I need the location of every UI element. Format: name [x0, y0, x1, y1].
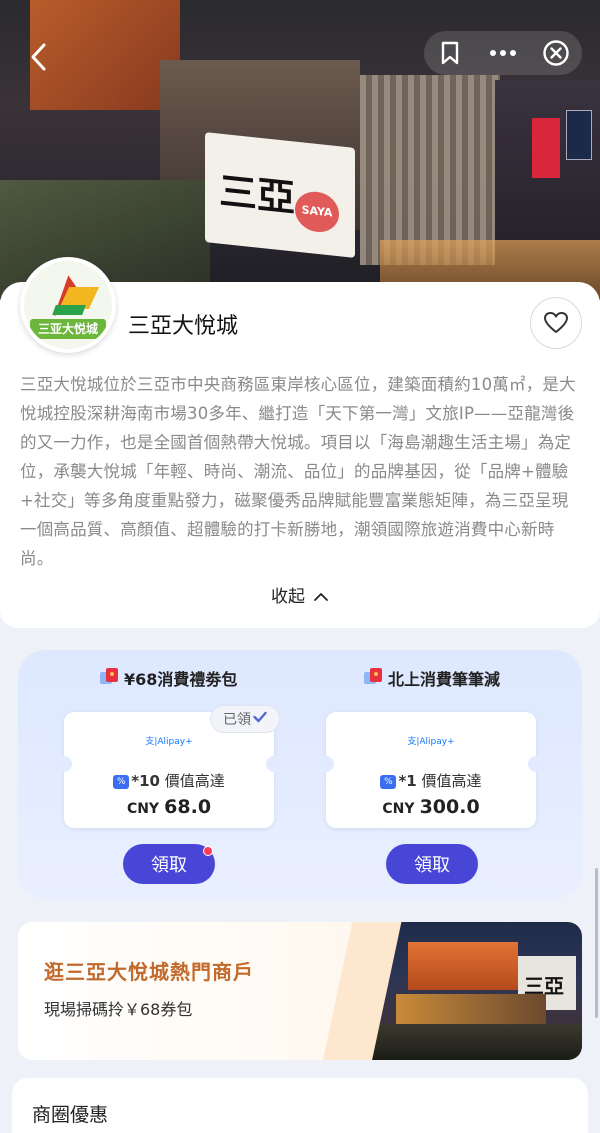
- banner-subtitle: 現場掃碼拎￥68券包: [44, 1000, 193, 1019]
- claim-button[interactable]: 領取: [386, 844, 478, 884]
- coupon-title: ¥68消費禮劵包: [98, 666, 237, 690]
- banner-ground: [368, 1024, 582, 1060]
- favorite-button[interactable]: [530, 297, 582, 349]
- alipay-icon: 支|: [145, 737, 158, 747]
- banner-title: 逛三亞大悅城熱門商戶: [44, 960, 254, 984]
- hero-sign: [566, 110, 592, 160]
- chevron-left-icon: [31, 43, 46, 71]
- check-icon: [253, 711, 267, 727]
- chevron-up-icon: [313, 587, 329, 607]
- coupon-title: 北上消費筆筆減: [362, 666, 500, 690]
- heart-icon: [544, 312, 568, 333]
- mall-logo: 三亚大悦城: [20, 257, 116, 353]
- mall-name: 三亞大悅城: [128, 314, 239, 339]
- logo-shape: [52, 305, 86, 315]
- top-action-pill: [424, 31, 582, 75]
- claimed-badge: 已領: [210, 705, 280, 733]
- red-packet-icon: [362, 666, 384, 690]
- scrollbar[interactable]: [595, 868, 598, 1018]
- bookmark-button[interactable]: [432, 35, 468, 71]
- coupon-panel: ¥68消費禮劵包 北上消費筆筆減 支|Alipay+ % *10 價值高達 CNY…: [18, 650, 582, 900]
- hot-merchants-banner[interactable]: 逛三亞大悅城熱門商戶 現場掃碼拎￥68券包 三亞: [18, 922, 582, 1060]
- banner-image: 三亞: [321, 922, 582, 1060]
- coupon-value-line: % *10 價值高達: [64, 770, 274, 791]
- close-circle-icon: [542, 40, 569, 66]
- bookmark-icon: [442, 41, 459, 65]
- close-button[interactable]: [538, 35, 574, 71]
- back-button[interactable]: [20, 38, 58, 76]
- coupon-amount: CNY 300.0: [382, 796, 480, 818]
- hero-heart-text: SAYA: [295, 189, 339, 235]
- more-button[interactable]: [485, 35, 521, 71]
- banner-building: [396, 994, 546, 1024]
- hero-screen: 三亞 SAYA: [205, 132, 355, 258]
- section-title: 商圈優惠: [32, 1104, 109, 1126]
- red-packet-icon: [98, 666, 120, 690]
- alipay-icon: 支|: [407, 737, 420, 747]
- hero-sign: [532, 118, 560, 178]
- hero-screen-text: 三亞: [219, 167, 296, 221]
- notification-dot: [203, 846, 213, 856]
- coupon-ticket[interactable]: 支|Alipay+ % *1 價值高達 CNY 300.0: [318, 712, 544, 828]
- alipay-plus-logo: 支|Alipay+: [145, 737, 193, 747]
- business-offers-section: 商圈優惠: [12, 1078, 588, 1133]
- logo-text: 三亚大悦城: [30, 319, 106, 339]
- hero-building: [360, 75, 500, 265]
- banner-building: [408, 942, 518, 990]
- claim-button[interactable]: 領取: [123, 844, 215, 884]
- more-dots-icon: [489, 50, 516, 56]
- coupon-amount: CNY 68.0: [126, 796, 212, 818]
- coupon-tag-icon: %: [380, 774, 397, 789]
- collapse-button[interactable]: 收起: [0, 582, 600, 607]
- coupon-value-line: % *1 價值高達: [326, 770, 536, 791]
- collapse-label: 收起: [271, 587, 305, 607]
- coupon-tag-icon: %: [113, 774, 130, 789]
- alipay-plus-logo: 支|Alipay+: [407, 737, 455, 747]
- mall-description: 三亞大悅城位於三亞市中央商務區東岸核心區位，建築面積約10萬㎡，是大悅城控股深耕…: [20, 375, 576, 568]
